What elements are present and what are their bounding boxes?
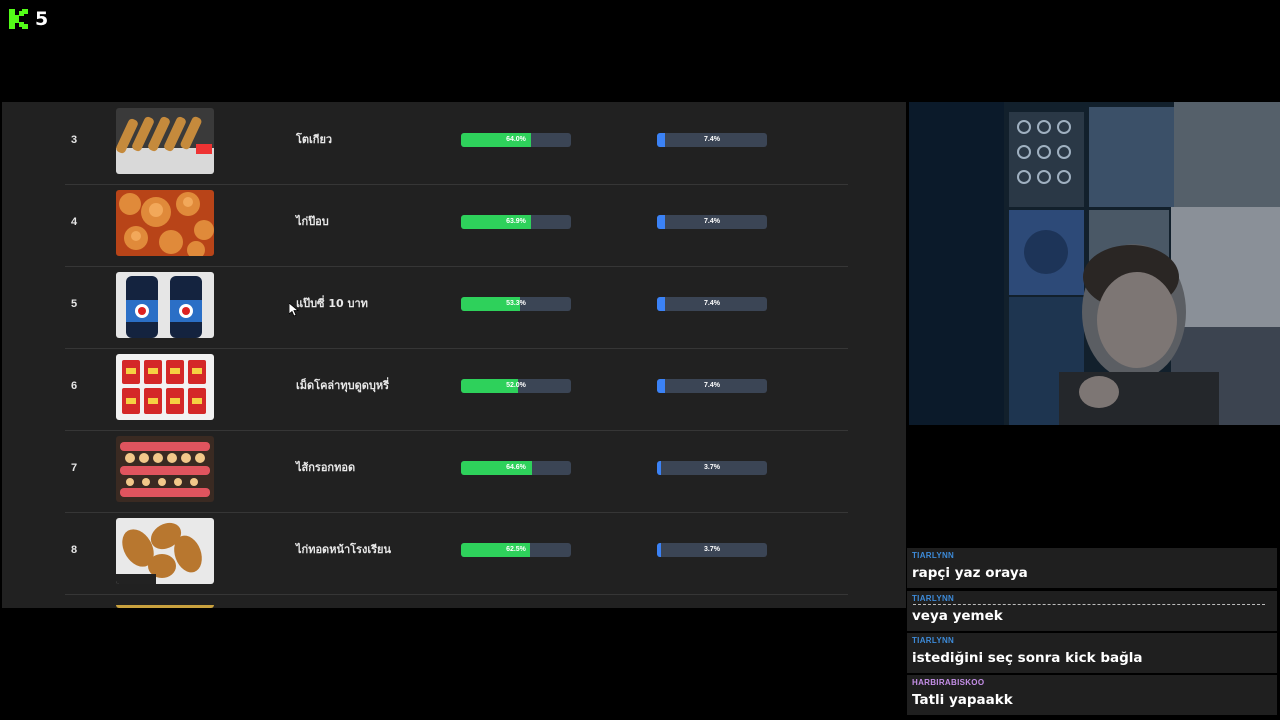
- chat-username: HARBIRABISKOO: [912, 678, 985, 687]
- food-name: โตเกียว: [296, 133, 333, 146]
- rank-number: 6: [71, 380, 78, 392]
- blue-score-bar: 7.4%: [657, 133, 767, 147]
- table-row[interactable]: 4 ไก่ป๊อบ 63.9% 7.4%: [65, 184, 848, 267]
- blue-score-label: 3.7%: [704, 464, 720, 471]
- blue-score-bar: 7.4%: [657, 215, 767, 229]
- kick-logo-icon: [9, 9, 29, 29]
- blue-score-bar: 3.7%: [657, 461, 767, 475]
- green-score-label: 52.0%: [506, 382, 526, 389]
- green-score-bar: 63.9%: [461, 215, 571, 229]
- blue-score-bar: 7.4%: [657, 297, 767, 311]
- chat-text: veya yemek: [912, 608, 1003, 624]
- green-score-label: 53.3%: [506, 300, 526, 307]
- food-thumbnail: [116, 272, 214, 338]
- food-thumbnail: [116, 600, 214, 608]
- food-name: ไก่ป๊อบ: [296, 215, 329, 228]
- blue-score-bar: 3.7%: [657, 543, 767, 557]
- ranking-panel[interactable]: 3 โตเกียว 64.0% 7.4% 4 ไก่ป๊อบ 63.9% 7.4…: [2, 102, 906, 608]
- green-score-bar: 53.3%: [461, 297, 571, 311]
- green-score-label: 62.5%: [506, 546, 526, 553]
- blue-score-label: 7.4%: [704, 300, 720, 307]
- blue-score-bar: 7.4%: [657, 379, 767, 393]
- chat-username: TIARLYNN: [912, 551, 955, 560]
- chat-message: HARBIRABISKOO Tatli yapaakk: [907, 675, 1277, 715]
- chat-text: Tatli yapaakk: [912, 692, 1013, 708]
- chat-message: TIARLYNN veya yemek: [907, 591, 1277, 631]
- food-thumbnail: [116, 108, 214, 174]
- rank-number: 5: [71, 298, 78, 310]
- chat-username: TIARLYNN: [912, 594, 955, 603]
- kick-logo: 5: [9, 9, 48, 29]
- chat-text: istediğini seç sonra kick bağla: [912, 650, 1143, 666]
- chat-message: TIARLYNN istediğini seç sonra kick bağla: [907, 633, 1277, 673]
- table-row[interactable]: 8 ไก่ทอดหน้าโรงเรียน 62.5% 3.7%: [65, 512, 848, 595]
- blue-score-label: 3.7%: [704, 546, 720, 553]
- food-name: ไก่ทอดหน้าโรงเรียน: [296, 543, 391, 556]
- table-row[interactable]: 7 ไส้กรอกทอด 64.6% 3.7%: [65, 430, 848, 513]
- rank-number: 4: [71, 216, 78, 228]
- table-row[interactable]: 5 แป๊บซี่ 10 บาท 53.3% 7.4%: [65, 266, 848, 349]
- food-thumbnail: [116, 190, 214, 256]
- mouse-cursor-icon: [289, 303, 299, 317]
- rank-number: 3: [71, 134, 78, 146]
- green-score-bar: 64.6%: [461, 461, 571, 475]
- rank-number: 7: [71, 462, 78, 474]
- green-score-bar: 52.0%: [461, 379, 571, 393]
- food-thumbnail: [116, 518, 214, 584]
- divider-line: [913, 604, 1265, 605]
- chat-message: TIARLYNN rapçi yaz oraya: [907, 548, 1277, 588]
- green-score-bar: 64.0%: [461, 133, 571, 147]
- green-score-label: 64.0%: [506, 136, 526, 143]
- chat-username: TIARLYNN: [912, 636, 955, 645]
- food-name: ไส้กรอกทอด: [296, 461, 356, 474]
- food-name: เม็ดโคล่าทุบดูดบุหรี่: [296, 379, 390, 392]
- blue-score-label: 7.4%: [704, 218, 720, 225]
- rank-number: 8: [71, 544, 78, 556]
- table-row[interactable]: 6 เม็ดโคล่าทุบดูดบุหรี่ 52.0% 7.4%: [65, 348, 848, 431]
- chat-text: rapçi yaz oraya: [912, 565, 1028, 581]
- food-thumbnail: [116, 436, 214, 502]
- blue-score-label: 7.4%: [704, 136, 720, 143]
- green-score-label: 64.6%: [506, 464, 526, 471]
- table-row[interactable]: 3 โตเกียว 64.0% 7.4%: [65, 102, 848, 185]
- food-name: แป๊บซี่ 10 บาท: [296, 297, 368, 310]
- blue-score-label: 7.4%: [704, 382, 720, 389]
- logo-number: 5: [35, 8, 49, 30]
- green-score-bar: 62.5%: [461, 543, 571, 557]
- green-score-label: 63.9%: [506, 218, 526, 225]
- webcam-feed: [909, 102, 1280, 425]
- food-thumbnail: [116, 354, 214, 420]
